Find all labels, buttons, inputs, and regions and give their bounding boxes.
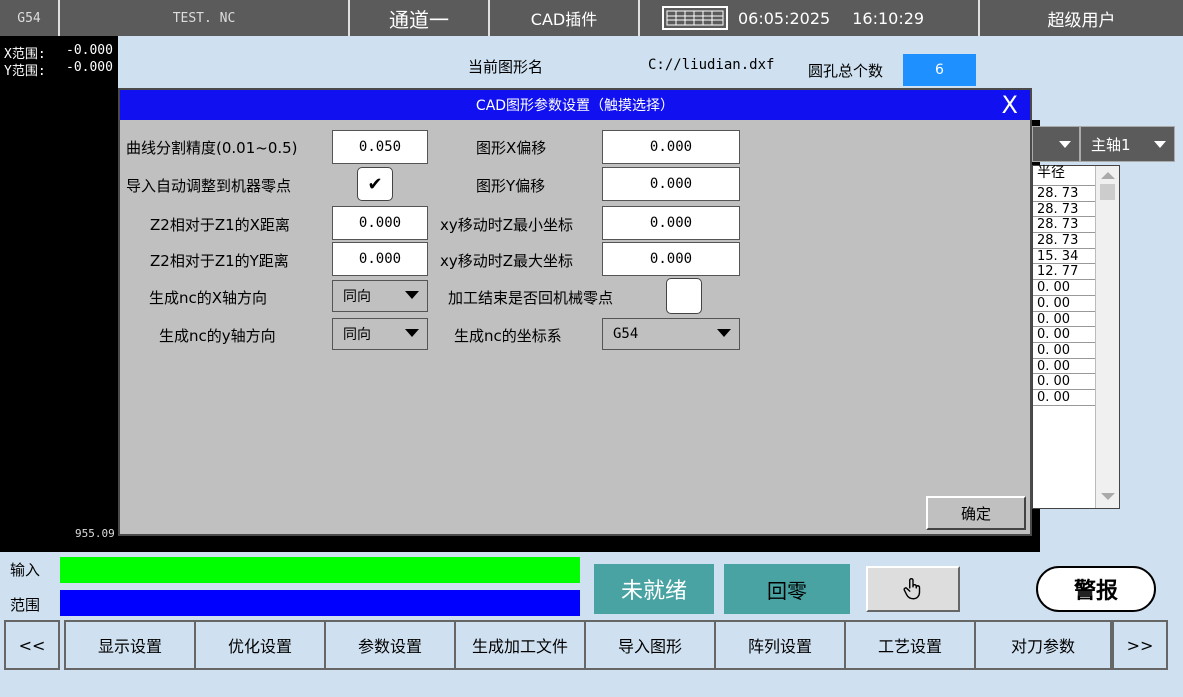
home-button[interactable]: 回零 [724,564,850,614]
nav-process-settings[interactable]: 工艺设置 [844,620,976,670]
range-bar[interactable] [60,590,580,616]
shape-y-offset-label: 图形Y偏移 [476,177,546,195]
nav-prev-button[interactable]: << [4,620,60,670]
channel-dropdown[interactable] [1032,126,1080,162]
hole-count-value: 6 [903,54,976,86]
chevron-down-icon [1154,141,1166,148]
scroll-up-icon[interactable] [1101,172,1115,179]
dialog-title-text: CAD图形参数设置（触摸选择） [475,98,675,114]
shape-path: C://liudian.dxf [648,57,775,73]
nc-x-dir-select[interactable]: 同向 [332,280,428,312]
shape-x-offset-label: 图形X偏移 [476,139,547,157]
user-label: 超级用户 [1047,10,1116,31]
chevron-down-icon [1059,141,1071,148]
z-max-label: xy移动时Z最大坐标 [440,252,574,270]
nav-tool-params[interactable]: 对刀参数 [974,620,1112,670]
y-range-label: Y范围: [4,64,46,79]
cad-params-dialog: CAD图形参数设置（触摸选择） X 曲线分割精度(0.01~0.5) 0.050… [118,88,1032,536]
curve-precision-input[interactable]: 0.050 [332,130,428,164]
range-label: 范围 [10,596,41,614]
nav-display-settings[interactable]: 显示设置 [64,620,196,670]
datetime-area: 06:05:2025 16:10:29 [640,0,980,36]
time-text: 16:10:29 [852,8,925,28]
nav-array-settings[interactable]: 阵列设置 [714,620,846,670]
z-max-input[interactable]: 0.000 [602,242,740,276]
shape-name-label: 当前图形名 [468,58,544,76]
touch-button[interactable] [866,566,960,612]
scroll-thumb[interactable] [1100,184,1115,200]
close-icon[interactable]: X [1002,90,1018,120]
nav-parameter-settings[interactable]: 参数设置 [324,620,456,670]
chevron-down-icon [717,329,731,337]
alarm-button[interactable]: 警报 [1036,566,1156,612]
date-text: 06:05:2025 [738,8,831,28]
nc-x-dir-label: 生成nc的X轴方向 [149,289,268,307]
top-status-bar: G54 TEST. NC 通道一 CAD插件 06:05:2025 16:10:… [0,0,1183,36]
program-name: TEST. NC [60,0,350,36]
radius-table: 半径 28. 73 28. 73 28. 73 28. 73 15. 34 12. 77 0… [1032,165,1120,509]
scroll-down-icon[interactable] [1101,493,1115,500]
nc-y-dir-value: 同向 [343,327,371,343]
nav-import-shape[interactable]: 导入图形 [584,620,716,670]
hand-pointer-icon [903,578,921,600]
input-bar[interactable] [60,557,580,583]
spindle-dropdown[interactable]: 主轴1 [1080,126,1175,162]
coord-sys-label: 生成nc的坐标系 [454,327,562,345]
chevron-down-icon [405,329,419,337]
keyboard-icon[interactable] [662,6,728,30]
table-scrollbar[interactable] [1095,166,1119,508]
hole-count-label: 圆孔总个数 [808,62,884,80]
shape-x-offset-input[interactable]: 0.000 [602,130,740,164]
chevron-down-icon [405,291,419,299]
z2-x-input[interactable]: 0.000 [332,206,428,240]
channel-label: 通道一 [350,0,490,36]
z2-y-label: Z2相对于Z1的Y距离 [150,252,289,270]
coord-sys-select[interactable]: G54 [602,318,740,350]
nc-y-dir-select[interactable]: 同向 [332,318,428,350]
return-zero-checkbox[interactable] [666,278,702,314]
status-coordinate: 955.09 [75,527,115,540]
input-label: 输入 [10,561,41,579]
nc-y-dir-label: 生成nc的y轴方向 [159,327,276,345]
z2-x-label: Z2相对于Z1的X距离 [150,216,290,234]
return-zero-label: 加工结束是否回机械零点 [448,289,614,307]
not-ready-status: 未就绪 [594,564,714,614]
nav-generate-file[interactable]: 生成加工文件 [454,620,586,670]
nc-x-dir-value: 同向 [343,289,371,305]
z-min-label: xy移动时Z最小坐标 [440,216,574,234]
confirm-button[interactable]: 确定 [926,496,1026,530]
nav-optimize-settings[interactable]: 优化设置 [194,620,326,670]
dialog-title: CAD图形参数设置（触摸选择） [120,90,1030,120]
auto-zero-checkbox[interactable]: ✔ [357,167,393,201]
z2-y-input[interactable]: 0.000 [332,242,428,276]
curve-precision-label: 曲线分割精度(0.01~0.5) [126,139,298,157]
coord-system-label: G54 [0,0,60,36]
nav-next-button[interactable]: >> [1112,620,1168,670]
coord-sys-value: G54 [613,326,639,342]
plugin-label: CAD插件 [490,0,640,36]
auto-zero-label: 导入自动调整到机器零点 [126,177,292,195]
z-min-input[interactable]: 0.000 [602,206,740,240]
spindle-label: 主轴1 [1091,135,1131,154]
shape-y-offset-input[interactable]: 0.000 [602,167,740,201]
